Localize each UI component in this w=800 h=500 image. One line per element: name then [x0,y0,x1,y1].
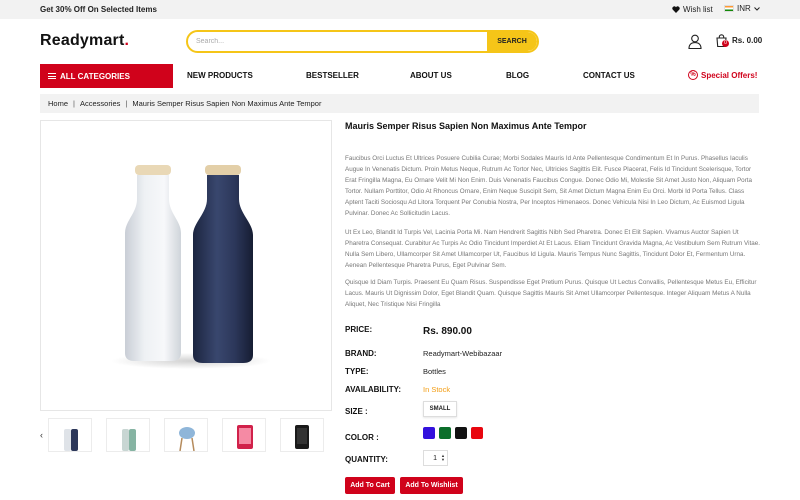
logo-text: Readymart [40,32,125,49]
nav-about-us[interactable]: ABOUT US [410,71,452,80]
availability-label: AVAILABILITY: [345,385,401,394]
breadcrumb-home[interactable]: Home [48,99,68,108]
product-description-2: Ut Ex Leo, Blandit Id Turpis Vel, Lacini… [345,229,760,269]
search-input[interactable] [196,32,486,51]
price-label: PRICE: [345,325,373,334]
hamburger-icon [48,73,56,79]
thumbnail-image [237,425,253,449]
thumbnail-image [64,429,78,451]
wishlist-link[interactable]: Wish list [672,5,713,14]
thumbnail-3[interactable] [164,418,208,452]
size-option-small[interactable]: SMALL [423,401,457,417]
product-title: Mauris Semper Risus Sapien Non Maximus A… [345,121,587,131]
site-logo[interactable]: Readymart. [40,32,129,50]
heart-icon [672,6,680,13]
size-label: SIZE : [345,407,368,416]
color-swatch-green[interactable] [439,427,451,439]
brand-value: Readymart-Webibazaar [423,349,503,358]
all-categories-label: ALL CATEGORIES [60,71,130,81]
breadcrumb-separator: | [125,99,128,108]
thumbnail-image [179,427,195,451]
search-button[interactable]: SEARCH [487,32,537,51]
thumbnail-4[interactable] [222,418,266,452]
thumbnail-image [295,425,309,449]
currency-label: INR [737,4,751,13]
color-swatch-red[interactable] [471,427,483,439]
product-description-1: Faucibus Orci Luctus Et Ultrices Posuere… [345,155,753,217]
cart-count-badge: 0 [722,40,729,47]
add-to-wishlist-button[interactable]: Add To Wishlist [400,477,463,494]
nav-contact-us[interactable]: CONTACT US [583,71,635,80]
quantity-stepper[interactable]: 1 ▲ ▼ [423,450,448,466]
breadcrumb-current: Mauris Semper Risus Sapien Non Maximus A… [132,99,322,108]
thumbnail-1[interactable] [48,418,92,452]
search-bar: SEARCH [186,30,539,53]
thumbnail-image [122,429,136,451]
color-swatch-blue[interactable] [423,427,435,439]
breadcrumb-separator: | [73,99,75,108]
currency-selector[interactable]: INR [724,4,760,13]
color-label: COLOR : [345,433,379,442]
grinder-bottles-image [111,165,271,369]
spinner-arrows-icon[interactable]: ▲ ▼ [441,454,445,462]
special-offers-link[interactable]: % Special Offers! [688,70,757,80]
thumbnail-carousel: ‹ [36,418,336,452]
logo-dot: . [124,32,130,49]
cart-total: Rs. 0.00 [732,36,763,45]
top-bar: Get 30% Off On Selected Items Wish list … [0,0,800,19]
product-description-3: Quisque Id Diam Turpis. Praesent Eu Quam… [345,279,757,308]
product-main-image[interactable] [40,120,332,411]
brand-label: BRAND: [345,349,377,358]
user-account-icon[interactable] [688,34,702,49]
cart-button[interactable]: 0 Rs. 0.00 [716,34,763,48]
india-flag-icon [724,5,734,12]
availability-value: In Stock [423,385,451,394]
wishlist-label: Wish list [683,5,713,14]
thumbnail-5[interactable] [280,418,324,452]
chevron-down-icon [753,6,760,11]
all-categories-button[interactable]: ALL CATEGORIES [40,64,173,88]
color-swatch-black[interactable] [455,427,467,439]
main-nav: ALL CATEGORIES NEW PRODUCTS BESTSELLER A… [0,64,800,88]
thumbnail-2[interactable] [106,418,150,452]
breadcrumb: Home | Accessories | Mauris Semper Risus… [40,94,759,113]
add-to-cart-button[interactable]: Add To Cart [345,477,395,494]
type-value: Bottles [423,367,446,376]
nav-blog[interactable]: BLOG [506,71,529,80]
breadcrumb-accessories[interactable]: Accessories [80,99,120,108]
type-label: TYPE: [345,367,369,376]
cart-icon-wrap: 0 [716,34,729,48]
chevron-left-icon[interactable]: ‹ [40,430,43,440]
discount-icon: % [688,70,698,80]
special-offers-label: Special Offers! [701,70,758,80]
quantity-value: 1 [433,454,437,462]
nav-bestseller[interactable]: BESTSELLER [306,71,359,80]
product-price: Rs. 890.00 [423,326,472,337]
nav-new-products[interactable]: NEW PRODUCTS [187,71,253,80]
promo-text: Get 30% Off On Selected Items [40,5,157,14]
quantity-label: QUANTITY: [345,455,388,464]
